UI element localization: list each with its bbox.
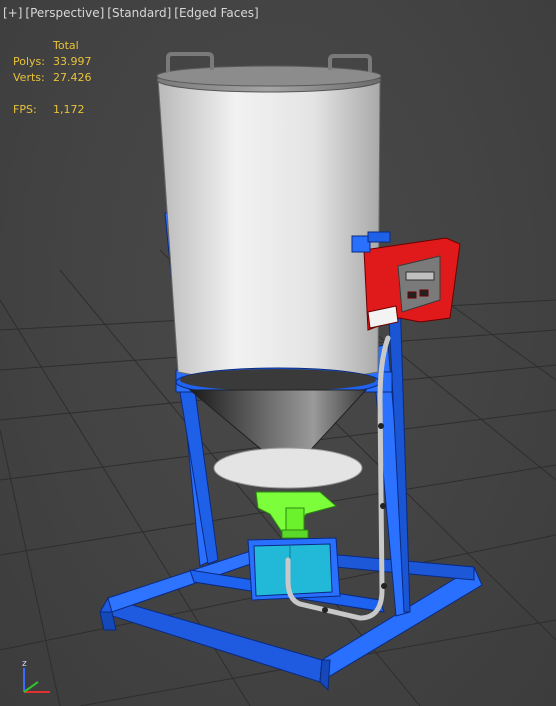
3d-viewport[interactable]: [+] [Perspective] [Standard] [Edged Faces] … [0,0,556,706]
fps-value: 1,172 [53,103,85,116]
viewport-view-menu[interactable]: [Perspective] [25,6,104,20]
tank [156,52,382,397]
red-control-panel [351,231,461,331]
fps-label: FPS: [13,103,37,116]
verts-value: 27.426 [53,71,92,84]
axis-gizmo: z [22,659,50,693]
viewport-plus-menu[interactable]: [+] [3,6,22,20]
polys-label: Polys: [13,55,45,68]
viewport-shading-menu[interactable]: [Standard] [107,6,171,20]
discharge-disc [213,447,363,489]
polys-value: 33.997 [53,55,92,68]
axis-z-label: z [22,659,27,669]
control-box-cyan [247,537,341,601]
viewport-display-menu[interactable]: [Edged Faces] [174,6,258,20]
viewport-label-menu[interactable]: [+] [Perspective] [Standard] [Edged Faces] [3,6,259,20]
verts-label: Verts: [13,71,45,84]
stats-header: Total [53,39,79,52]
green-impeller [255,491,338,539]
